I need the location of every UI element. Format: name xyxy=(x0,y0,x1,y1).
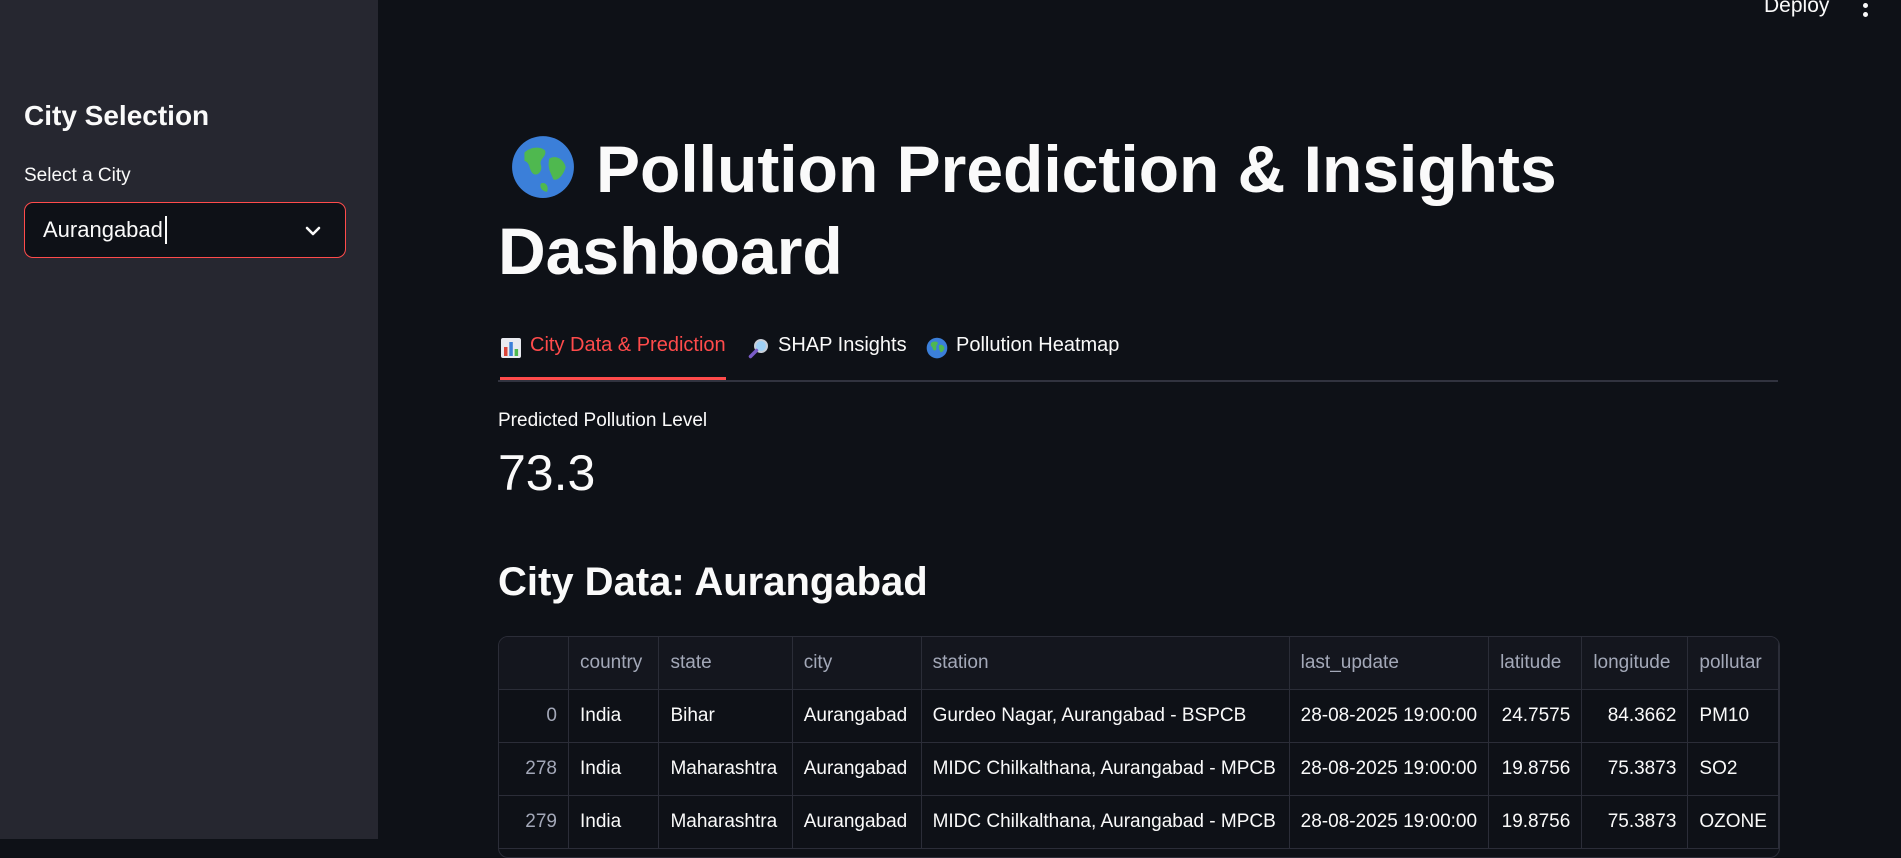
text-cursor xyxy=(164,216,167,244)
metric-value: 73.3 xyxy=(498,445,596,501)
tab-label: City Data & Prediction xyxy=(530,334,726,356)
table-cell[interactable]: 24.7575 xyxy=(1488,689,1583,743)
table-cell[interactable]: Bihar xyxy=(658,689,793,743)
table-cell[interactable]: Maharashtra xyxy=(658,742,793,796)
table-row[interactable]: 278 India Maharashtra Aurangabad MIDC Ch… xyxy=(499,742,1779,796)
globe-icon xyxy=(926,337,948,359)
tab-bar: City Data & Prediction SHAP Insights Pol… xyxy=(498,328,1778,382)
table-cell[interactable]: Maharashtra xyxy=(658,795,793,849)
metric-label: Predicted Pollution Level xyxy=(498,410,708,431)
table-cell[interactable]: 84.3662 xyxy=(1581,689,1689,743)
tab-pollution-heatmap[interactable]: Pollution Heatmap xyxy=(926,334,1119,380)
table-row[interactable]: 279 India Maharashtra Aurangabad MIDC Ch… xyxy=(499,795,1779,849)
table-cell[interactable]: PM10 xyxy=(1687,689,1779,743)
page-title: Pollution Prediction & Insights Dashboar… xyxy=(498,128,1598,292)
tab-city-data[interactable]: City Data & Prediction xyxy=(500,334,726,380)
table-cell[interactable]: OZONE xyxy=(1687,795,1779,849)
column-header[interactable]: state xyxy=(658,637,793,690)
table-cell[interactable]: 0 xyxy=(499,689,569,743)
table-cell[interactable]: 75.3873 xyxy=(1581,795,1689,849)
table-cell[interactable]: 278 xyxy=(499,742,569,796)
sidebar: City Selection Select a City Aurangabad xyxy=(0,0,378,839)
column-header[interactable]: city xyxy=(792,637,922,690)
tab-shap-insights[interactable]: SHAP Insights xyxy=(748,334,907,380)
table-cell[interactable]: 28-08-2025 19:00:00 xyxy=(1289,689,1490,743)
table-cell[interactable]: India xyxy=(568,795,660,849)
table-cell[interactable]: 279 xyxy=(499,795,569,849)
table-cell[interactable]: Gurdeo Nagar, Aurangabad - BSPCB xyxy=(921,689,1290,743)
table-cell[interactable]: Aurangabad xyxy=(792,689,922,743)
deploy-button[interactable]: Deploy xyxy=(1764,0,1829,18)
magnifier-icon xyxy=(748,339,768,359)
table-cell[interactable]: Aurangabad xyxy=(792,742,922,796)
page-title-line1: Pollution Prediction & Insights xyxy=(596,132,1557,206)
table-cell[interactable]: 28-08-2025 19:00:00 xyxy=(1289,742,1490,796)
city-data-heading: City Data: Aurangabad xyxy=(498,560,928,604)
city-select-value[interactable]: Aurangabad xyxy=(43,217,163,243)
table-row[interactable]: 0 India Bihar Aurangabad Gurdeo Nagar, A… xyxy=(499,689,1779,743)
table-cell[interactable]: India xyxy=(568,742,660,796)
table-cell[interactable]: India xyxy=(568,689,660,743)
table-cell[interactable]: 19.8756 xyxy=(1488,742,1583,796)
globe-icon xyxy=(512,136,574,198)
sidebar-title: City Selection xyxy=(24,100,210,131)
table-cell[interactable]: 28-08-2025 19:00:00 xyxy=(1289,795,1490,849)
table-cell[interactable]: MIDC Chilkalthana, Aurangabad - MPCB xyxy=(921,742,1290,796)
table-header-row: country state city station last_update l… xyxy=(499,637,1779,690)
table-cell[interactable]: Aurangabad xyxy=(792,795,922,849)
table-cell[interactable]: SO2 xyxy=(1687,742,1779,796)
tab-label: SHAP Insights xyxy=(778,334,907,356)
table-cell[interactable]: 19.8756 xyxy=(1488,795,1583,849)
city-data-table[interactable]: country state city station last_update l… xyxy=(498,636,1780,858)
more-menu-icon[interactable] xyxy=(1856,0,1874,20)
column-header[interactable]: longitude xyxy=(1581,637,1689,690)
chevron-down-icon[interactable] xyxy=(301,219,325,243)
column-header[interactable] xyxy=(499,637,569,690)
table-cell[interactable]: MIDC Chilkalthana, Aurangabad - MPCB xyxy=(921,795,1290,849)
column-header[interactable]: country xyxy=(568,637,660,690)
city-select[interactable]: Aurangabad xyxy=(24,202,346,258)
tab-label: Pollution Heatmap xyxy=(956,334,1120,356)
table-cell[interactable]: 75.3873 xyxy=(1581,742,1689,796)
column-header[interactable]: pollutar xyxy=(1687,637,1779,690)
column-header[interactable]: last_update xyxy=(1289,637,1490,690)
column-header[interactable]: latitude xyxy=(1488,637,1583,690)
city-select-label: Select a City xyxy=(24,165,131,186)
page-title-line2: Dashboard xyxy=(498,214,843,288)
column-header[interactable]: station xyxy=(921,637,1290,690)
bar-chart-icon xyxy=(501,338,521,358)
